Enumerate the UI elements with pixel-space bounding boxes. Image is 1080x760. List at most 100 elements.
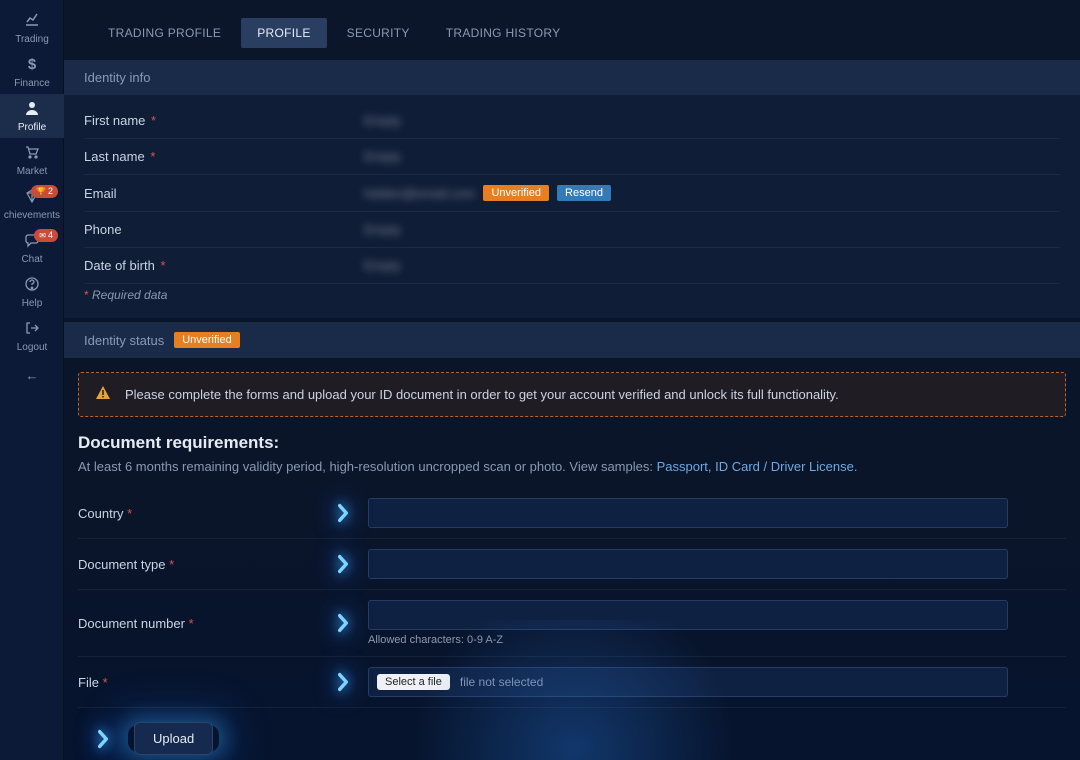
required-mark: * xyxy=(169,557,174,572)
chevron-right-glow-icon xyxy=(333,612,353,634)
required-mark: * xyxy=(189,616,194,631)
arrow-left-icon: ← xyxy=(26,368,39,383)
tab-trading-profile[interactable]: TRADING PROFILE xyxy=(92,18,237,48)
last-name-value: Empty xyxy=(364,149,401,164)
sidebar-item-label: Finance xyxy=(14,78,50,89)
required-mark: * xyxy=(150,149,155,164)
chat-badge-count: 4 xyxy=(48,231,53,240)
identity-status-heading: Identity status Unverified xyxy=(64,322,1080,358)
row-upload: Upload xyxy=(78,708,1066,760)
row-dob: Date of birth * Empty xyxy=(84,248,1060,284)
warning-triangle-icon xyxy=(95,385,111,404)
upload-button-glow: Upload xyxy=(128,725,219,752)
required-mark: * xyxy=(127,506,132,521)
profile-tabs: TRADING PROFILE PROFILE SECURITY TRADING… xyxy=(64,0,1080,56)
dob-label: Date of birth * xyxy=(84,258,364,273)
chevron-right-glow-icon xyxy=(93,728,113,750)
logout-icon xyxy=(24,320,40,340)
required-note: * Required data xyxy=(84,284,1060,308)
document-number-hint: Allowed characters: 0-9 A-Z xyxy=(368,634,1066,646)
document-number-input[interactable] xyxy=(368,600,1008,630)
last-name-label: Last name * xyxy=(84,149,364,164)
chevron-right-glow-icon xyxy=(333,502,353,524)
achievements-badge-count: 2 xyxy=(48,187,53,196)
mail-icon: ✉ xyxy=(39,232,46,240)
document-number-label-text: Document number xyxy=(78,616,185,631)
required-mark: * xyxy=(103,675,108,690)
sidebar-item-label: Trading xyxy=(15,34,49,45)
first-name-label-text: First name xyxy=(84,113,145,128)
row-phone: Phone Empty xyxy=(84,212,1060,248)
email-value: hidden@email.com xyxy=(364,186,475,201)
tab-trading-history[interactable]: TRADING HISTORY xyxy=(430,18,577,48)
row-document-type: Document type * xyxy=(78,539,1066,590)
idcard-sample-link[interactable]: ID Card / Driver License xyxy=(715,459,854,474)
sidebar: Trading $ Finance Profile Market chievem… xyxy=(0,0,64,760)
verification-alert-text: Please complete the forms and upload you… xyxy=(125,387,839,402)
passport-sample-link[interactable]: Passport xyxy=(657,459,708,474)
chart-line-icon xyxy=(24,12,40,32)
chevron-right-glow-icon xyxy=(333,671,353,693)
dob-value: Empty xyxy=(364,258,401,273)
chevron-right-glow-icon xyxy=(333,553,353,575)
doc-sub-dot: . xyxy=(854,459,858,474)
sidebar-item-help[interactable]: Help xyxy=(0,270,64,314)
sidebar-item-trading[interactable]: Trading xyxy=(0,6,64,50)
row-last-name: Last name * Empty xyxy=(84,139,1060,175)
identity-info-grid: First name * Empty Last name * Empty Ema… xyxy=(64,95,1080,318)
sidebar-item-label: Market xyxy=(17,166,48,177)
document-requirements-title: Document requirements: xyxy=(78,433,1066,453)
row-document-number: Document number * Allowed characters: 0-… xyxy=(78,590,1066,657)
tab-security[interactable]: SECURITY xyxy=(331,18,426,48)
file-status-text: file not selected xyxy=(460,675,543,689)
sidebar-item-finance[interactable]: $ Finance xyxy=(0,50,64,94)
country-input[interactable] xyxy=(368,498,1008,528)
sidebar-item-label: chievements xyxy=(4,210,60,221)
identity-status-content: Please complete the forms and upload you… xyxy=(64,358,1080,760)
required-note-text: Required data xyxy=(92,288,167,302)
main-content: TRADING PROFILE PROFILE SECURITY TRADING… xyxy=(64,0,1080,760)
email-resend-button[interactable]: Resend xyxy=(557,185,611,201)
achievements-badge: 🏆 2 xyxy=(31,185,58,198)
row-first-name: First name * Empty xyxy=(84,103,1060,139)
sidebar-item-chat[interactable]: Chat ✉ 4 xyxy=(0,226,64,270)
email-label: Email xyxy=(84,186,364,201)
required-mark: * xyxy=(84,288,89,302)
document-requirements-sub: At least 6 months remaining validity per… xyxy=(78,459,1066,474)
identity-status-badge: Unverified xyxy=(174,332,240,348)
user-icon xyxy=(24,100,40,120)
sidebar-item-market[interactable]: Market xyxy=(0,138,64,182)
row-file: File * Select a file file not selected xyxy=(78,657,1066,708)
country-label-text: Country xyxy=(78,506,124,521)
first-name-label: First name * xyxy=(84,113,364,128)
sidebar-item-achievements[interactable]: chievements 🏆 2 xyxy=(0,182,64,226)
file-label: File * xyxy=(78,675,318,690)
question-circle-icon xyxy=(24,276,40,296)
document-type-input[interactable] xyxy=(368,549,1008,579)
file-label-text: File xyxy=(78,675,99,690)
doc-sub-text: At least 6 months remaining validity per… xyxy=(78,459,657,474)
select-file-button[interactable]: Select a file xyxy=(377,674,450,690)
identity-info-heading: Identity info xyxy=(64,60,1080,95)
tab-profile[interactable]: PROFILE xyxy=(241,18,326,48)
identity-info-heading-text: Identity info xyxy=(84,70,151,85)
verification-alert: Please complete the forms and upload you… xyxy=(78,372,1066,417)
phone-value: Empty xyxy=(364,222,401,237)
sidebar-item-label: Chat xyxy=(21,254,42,265)
email-unverified-badge: Unverified xyxy=(483,185,549,201)
trophy-icon: 🏆 xyxy=(36,188,46,196)
sidebar-item-label: Logout xyxy=(17,342,48,353)
dollar-icon: $ xyxy=(24,56,40,76)
dob-label-text: Date of birth xyxy=(84,258,155,273)
sidebar-collapse-arrow[interactable]: ← xyxy=(0,362,64,388)
sidebar-item-logout[interactable]: Logout xyxy=(0,314,64,358)
last-name-label-text: Last name xyxy=(84,149,145,164)
required-mark: * xyxy=(160,258,165,273)
required-mark: * xyxy=(151,113,156,128)
upload-button[interactable]: Upload xyxy=(134,722,213,755)
row-country: Country * xyxy=(78,488,1066,539)
document-type-label: Document type * xyxy=(78,557,318,572)
document-type-label-text: Document type xyxy=(78,557,165,572)
sidebar-item-profile[interactable]: Profile xyxy=(0,94,64,138)
first-name-value: Empty xyxy=(364,113,401,128)
